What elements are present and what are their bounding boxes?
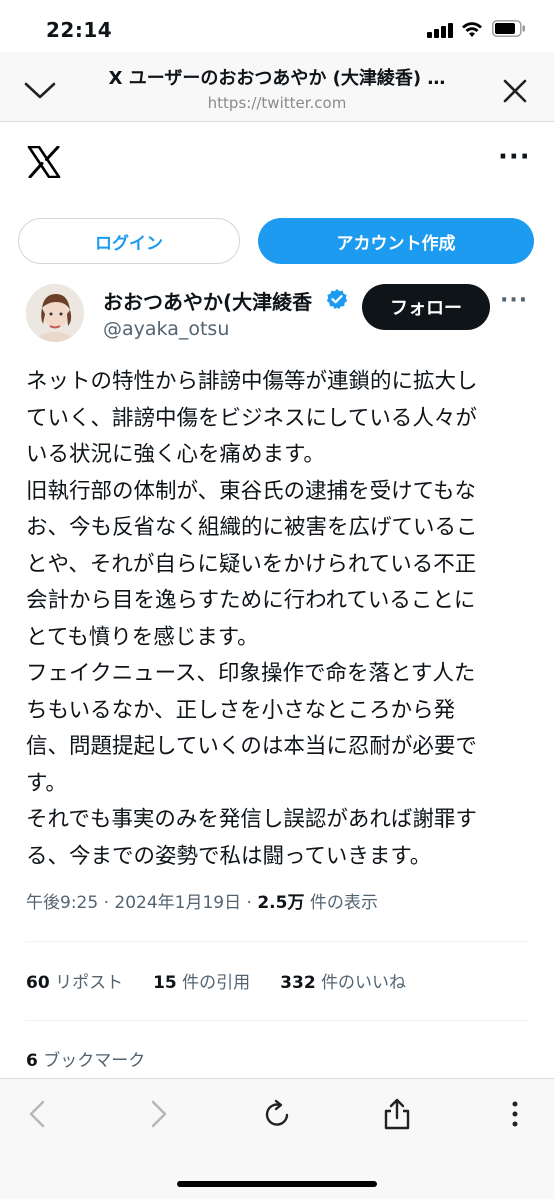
home-indicator <box>177 1181 377 1187</box>
divider <box>26 1020 530 1021</box>
reposts-count: 60 <box>26 973 50 993</box>
close-icon[interactable] <box>498 74 532 108</box>
likes-label: 件のいいね <box>321 973 407 993</box>
reposts-label: リポスト <box>55 973 124 993</box>
handle[interactable]: @ayaka_otsu <box>103 318 229 340</box>
verified-icon <box>326 289 348 309</box>
reload-icon[interactable] <box>260 1097 294 1131</box>
avatar[interactable] <box>26 284 84 342</box>
bookmarks-label: ブックマーク <box>43 1051 146 1071</box>
quotes-label: 件の引用 <box>182 973 251 993</box>
likes-count: 332 <box>280 973 316 993</box>
forward-icon[interactable] <box>140 1097 174 1131</box>
tweet-meta: 午後9:25 · 2024年1月19日 · 2.5万 件の表示 <box>26 888 378 913</box>
meta-separator: · <box>246 893 252 913</box>
share-icon[interactable] <box>380 1097 414 1131</box>
page-title: X ユーザーのおおつあやか (大津綾香) … <box>108 68 446 89</box>
meta-separator: · <box>103 893 109 913</box>
reposts-stat[interactable]: 60 リポスト <box>26 968 123 993</box>
battery-icon <box>492 20 525 37</box>
chevron-down-icon[interactable] <box>20 74 60 104</box>
likes-stat[interactable]: 332 件のいいね <box>280 968 406 993</box>
tweet-time[interactable]: 午後9:25 <box>26 893 98 913</box>
browser-header: X ユーザーのおおつあやか (大津綾香) … https://twitter.c… <box>0 52 554 122</box>
page-url[interactable]: https://twitter.com <box>76 94 478 112</box>
create-account-button[interactable]: アカウント作成 <box>258 218 534 264</box>
post-more-icon[interactable]: ··· <box>500 290 528 317</box>
divider <box>26 941 530 942</box>
bookmarks-count: 6 <box>26 1051 38 1071</box>
back-icon[interactable] <box>22 1097 56 1131</box>
x-logo-icon[interactable] <box>27 146 61 178</box>
bookmarks-stat[interactable]: 6 ブックマーク <box>26 1046 145 1071</box>
status-bar: 22:14 <box>0 0 554 52</box>
view-label: 件の表示 <box>309 893 378 913</box>
follow-button[interactable]: フォロー <box>362 284 490 330</box>
more-vertical-icon[interactable] <box>498 1097 532 1131</box>
quotes-stat[interactable]: 15 件の引用 <box>153 968 250 993</box>
tweet-stats: 60 リポスト 15 件の引用 332 件のいいね <box>26 968 406 993</box>
wifi-icon <box>462 22 482 37</box>
more-icon[interactable]: ··· <box>498 144 530 178</box>
status-time: 22:14 <box>46 18 113 42</box>
tweet-text: ネットの特性から誹謗中傷等が連鎖的に拡大し ていく、誹謗中傷をビジネスにしている… <box>26 369 478 869</box>
display-name[interactable]: おおつあやか(大津綾香 <box>103 286 312 315</box>
quotes-count: 15 <box>153 973 177 993</box>
login-button[interactable]: ログイン <box>18 218 240 264</box>
tweet-date[interactable]: 2024年1月19日 <box>114 893 241 913</box>
view-count: 2.5万 <box>257 893 305 913</box>
signal-icon <box>427 22 455 38</box>
